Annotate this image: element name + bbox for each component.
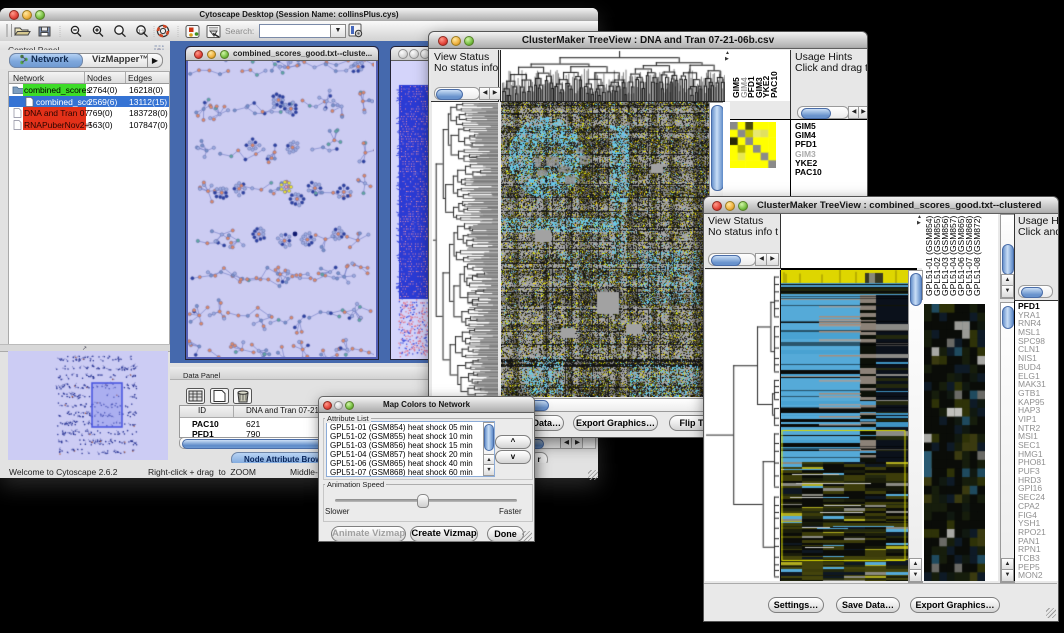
svg-text:1:1: 1:1 (138, 28, 145, 33)
